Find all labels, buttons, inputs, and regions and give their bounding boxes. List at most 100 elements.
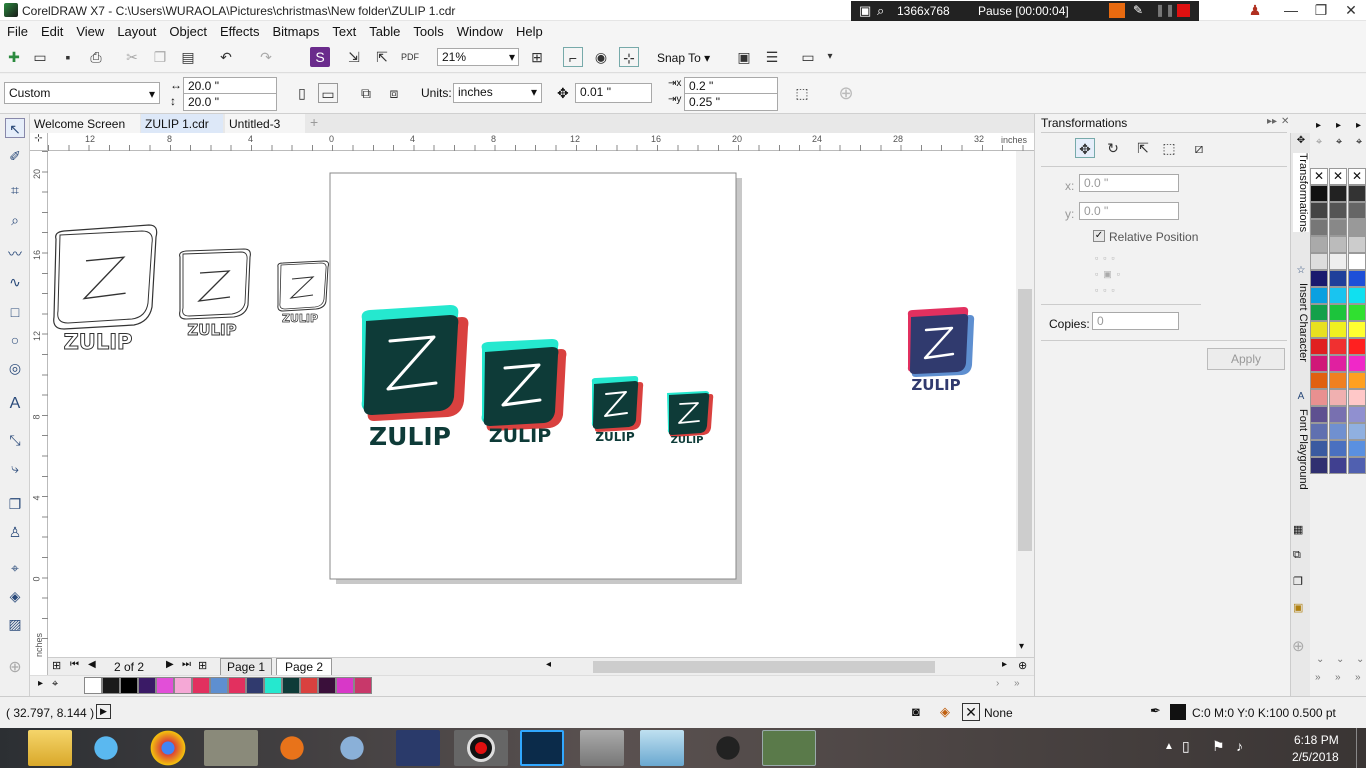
doc-palette-swatch[interactable] <box>210 677 228 694</box>
palette-swatch[interactable] <box>1329 321 1347 338</box>
fill-none-swatch[interactable]: ✕ <box>962 703 980 721</box>
new-tab-icon[interactable]: + <box>306 114 322 133</box>
open-folder-icon[interactable]: ▭ <box>30 47 50 67</box>
launcher-chevron-down-icon[interactable]: ▾ <box>820 47 840 67</box>
copies-input[interactable]: 0 <box>1092 312 1179 330</box>
palette-scroll-down-icon[interactable]: ⌄ <box>1316 654 1324 665</box>
snap-to-dropdown[interactable]: Snap To ▾ <box>657 51 710 65</box>
cut-icon[interactable]: ✂ <box>122 47 142 67</box>
parallel-dimension-tool-icon[interactable]: ⤡ <box>5 430 25 450</box>
file-explorer-icon[interactable] <box>28 730 72 766</box>
freehand-tool-icon[interactable]: 〰 <box>5 244 25 264</box>
drive-icon[interactable] <box>580 730 624 766</box>
doc-palette-swatch[interactable] <box>300 677 318 694</box>
paste-icon[interactable]: ▤ <box>178 47 198 67</box>
doc-palette-swatch[interactable] <box>246 677 264 694</box>
palette-swatch[interactable] <box>1348 321 1366 338</box>
palette-swatch[interactable] <box>1310 287 1328 304</box>
palette-swatch[interactable] <box>1310 236 1328 253</box>
smart-fill-tool-icon[interactable]: ▨ <box>5 614 25 634</box>
size-transform-icon[interactable]: ⬚ <box>1159 138 1179 158</box>
doc-palette-swatch[interactable] <box>174 677 192 694</box>
next-page-icon[interactable]: ▶ <box>166 659 174 670</box>
no-color-swatch[interactable]: ✕ <box>1310 168 1328 185</box>
palette-swatch[interactable] <box>1310 219 1328 236</box>
relative-position-checkbox[interactable]: ✓ <box>1093 230 1105 242</box>
tab-font-playground[interactable]: Font Playground <box>1293 409 1309 490</box>
scroll-down-icon[interactable]: ▾ <box>1019 641 1024 652</box>
first-page-icon[interactable]: ⏮ <box>70 659 79 670</box>
palette-swatch[interactable] <box>1329 406 1347 423</box>
eyedropper-tool-icon[interactable]: ⌖ <box>5 558 25 578</box>
docker-tool-icon[interactable]: ▣ <box>1293 601 1303 614</box>
add-docker-icon[interactable]: ⊕ <box>1292 637 1305 655</box>
palette-scroll-down-icon[interactable]: ⌄ <box>1356 654 1364 665</box>
page-preset-select[interactable]: Custom ▾ <box>4 82 160 104</box>
palette-swatch[interactable] <box>1348 406 1366 423</box>
volume-icon[interactable]: ♪ <box>1236 738 1243 754</box>
palette-flyout-icon[interactable]: ▸ <box>1336 120 1341 131</box>
photoshop-icon[interactable] <box>520 730 564 766</box>
palette-eyedropper-icon[interactable]: ⌖ <box>1316 136 1322 149</box>
menu-effects[interactable]: Effects <box>213 21 266 39</box>
palette-eyedropper-icon[interactable]: ⌖ <box>1356 136 1362 149</box>
docker-tool-icon[interactable]: ▦ <box>1293 523 1303 536</box>
tab-insert-character[interactable]: Insert Character <box>1293 283 1309 362</box>
vertical-scroll-thumb[interactable] <box>1018 289 1032 551</box>
palette-swatch[interactable] <box>1329 287 1347 304</box>
palette-swatch[interactable] <box>1348 457 1366 474</box>
rotate-transform-icon[interactable]: ↻ <box>1103 138 1123 158</box>
add-page-before-icon[interactable]: ⊞ <box>52 659 61 672</box>
firefox-icon[interactable] <box>270 730 314 766</box>
palette-swatch[interactable] <box>1348 236 1366 253</box>
page-tab-2[interactable]: Page 2 <box>276 658 333 676</box>
palette-swatch[interactable] <box>1329 338 1347 355</box>
page-height-input[interactable]: 20.0 " <box>183 93 277 111</box>
palette-swatch[interactable] <box>1310 389 1328 406</box>
coreldraw-taskbar-icon[interactable] <box>762 730 816 766</box>
units-select[interactable]: inches ▾ <box>453 83 542 103</box>
menu-tools[interactable]: Tools <box>406 21 449 39</box>
current-page-icon[interactable]: ⧈ <box>384 83 404 103</box>
transformations-tab-icon[interactable]: ✥ <box>1293 135 1309 149</box>
record-camera-icon[interactable] <box>1109 3 1125 18</box>
treat-as-filled-icon[interactable]: ⬚ <box>792 83 812 103</box>
restore-button[interactable]: ❐ <box>1306 0 1336 21</box>
nudge-distance-input[interactable]: 0.01 " <box>575 83 652 103</box>
apply-button[interactable]: Apply <box>1207 348 1285 370</box>
docker-tool-icon[interactable]: ❐ <box>1293 575 1303 588</box>
palette-scroll-down-icon[interactable]: ⌄ <box>1336 654 1344 665</box>
ellipse-tool-icon[interactable]: ○ <box>5 330 25 350</box>
page-tab-1[interactable]: Page 1 <box>220 658 273 676</box>
full-screen-preview-icon[interactable]: ◉ <box>591 47 611 67</box>
zoom-tool-icon[interactable]: ⌕ <box>5 210 25 230</box>
palette-expand-icon[interactable]: » <box>1315 672 1321 683</box>
tab-transformations[interactable]: Transformations <box>1293 153 1309 233</box>
doc-palette-swatch[interactable] <box>282 677 300 694</box>
scroll-right-icon[interactable]: ▸ <box>1002 659 1007 670</box>
options-icon[interactable]: ☰ <box>762 47 782 67</box>
palette-swatch[interactable] <box>1348 440 1366 457</box>
doc-palette-swatch[interactable] <box>264 677 282 694</box>
palette-swatch[interactable] <box>1348 270 1366 287</box>
pick-tool-icon[interactable]: ↖ <box>5 118 25 138</box>
palette-swatch[interactable] <box>1329 202 1347 219</box>
palette-swatch[interactable] <box>1310 423 1328 440</box>
menu-window[interactable]: Window <box>450 21 509 39</box>
palette-swatch[interactable] <box>1329 372 1347 389</box>
palette-swatch[interactable] <box>1310 457 1328 474</box>
font-playground-tab-icon[interactable]: A <box>1293 391 1309 405</box>
outline-color-swatch[interactable] <box>1170 704 1186 720</box>
add-page-after-icon[interactable]: ⊞ <box>198 659 207 672</box>
palette-flyout-icon[interactable]: ▸ <box>1316 120 1321 131</box>
export-pdf-icon[interactable]: PDF <box>400 47 420 67</box>
app-icon[interactable] <box>706 730 750 766</box>
user-icon[interactable]: ♟ <box>1240 0 1270 21</box>
horizontal-ruler[interactable]: 12 8 4 0 4 8 12 16 20 24 28 32 inches <box>48 133 1034 151</box>
add-icon[interactable]: ⊕ <box>836 83 856 103</box>
screen-recorder-icon[interactable] <box>454 730 508 766</box>
snap-grid-icon[interactable]: ⊹ <box>619 47 639 67</box>
print-icon[interactable]: ⎙ <box>86 47 106 67</box>
palette-swatch[interactable] <box>1310 202 1328 219</box>
palette-swatch[interactable] <box>1348 338 1366 355</box>
